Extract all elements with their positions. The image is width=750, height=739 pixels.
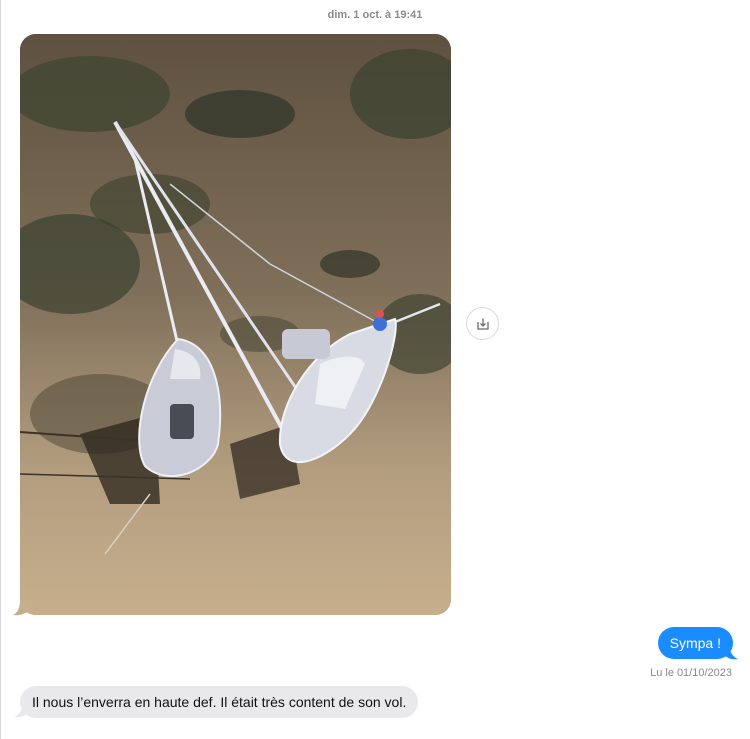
sent-message-text: Sympa ! xyxy=(669,635,721,651)
photo-boats-on-sand xyxy=(20,34,451,615)
received-bubble-tail xyxy=(14,701,27,718)
sent-message-bubble[interactable]: Sympa ! xyxy=(657,627,733,659)
received-message-text: Il nous l’enverra en haute def. Il était… xyxy=(32,694,407,710)
sent-bubble-tail xyxy=(725,643,738,660)
timestamp-time: à 19:41 xyxy=(385,9,423,21)
download-tray-icon xyxy=(476,318,489,330)
window-left-edge xyxy=(0,0,1,739)
received-message-bubble[interactable]: Il nous l’enverra en haute def. Il était… xyxy=(20,686,419,718)
photo-bubble-tail xyxy=(13,600,31,616)
message-timestamp: dim. 1 oct. à 19:41 xyxy=(0,9,750,21)
read-receipt-label: Lu le xyxy=(650,667,674,679)
read-receipt: Lu le 01/10/2023 xyxy=(650,667,732,679)
save-image-button[interactable] xyxy=(466,307,499,340)
received-photo-message[interactable] xyxy=(20,34,451,615)
read-receipt-date: 01/10/2023 xyxy=(676,667,732,679)
timestamp-date: dim. 1 oct. xyxy=(327,9,383,21)
